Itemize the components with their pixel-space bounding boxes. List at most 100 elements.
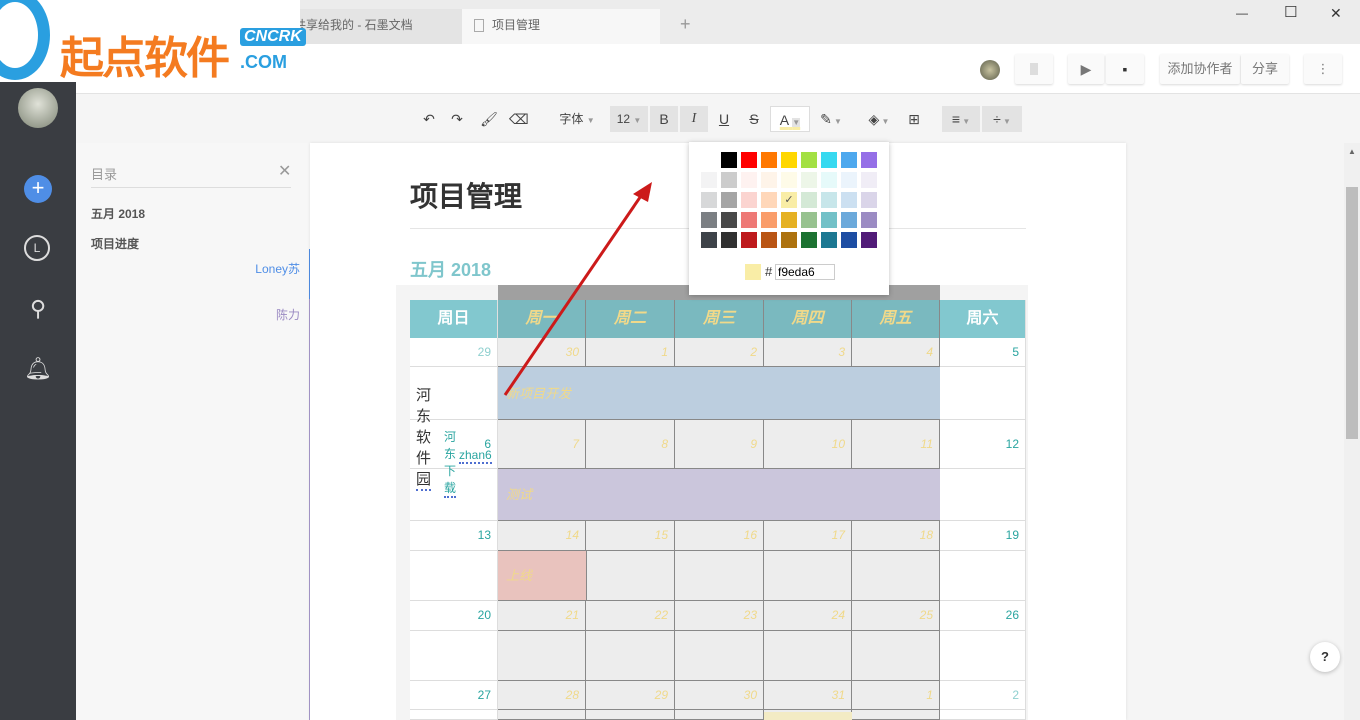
color-swatch[interactable] (841, 232, 857, 248)
date-cell[interactable]: 30 (675, 681, 764, 710)
color-swatch[interactable] (821, 172, 837, 188)
color-swatch[interactable] (721, 232, 737, 248)
event-cell[interactable] (586, 631, 675, 681)
color-swatch[interactable] (701, 152, 717, 168)
date-cell[interactable]: 9 (675, 420, 764, 469)
vertical-scrollbar[interactable]: ▲ (1344, 143, 1360, 720)
event-cell[interactable] (940, 551, 1026, 601)
close-toc-icon[interactable]: ✕ (278, 161, 291, 181)
text-color-button[interactable]: A ▼ (770, 106, 810, 132)
color-swatch[interactable] (721, 192, 737, 208)
event-bar[interactable]: 上线 (498, 551, 587, 601)
date-cell[interactable]: 24 (764, 601, 852, 631)
color-swatch[interactable] (741, 152, 757, 168)
date-cell[interactable]: 4 (852, 338, 940, 367)
color-swatch[interactable] (841, 152, 857, 168)
event-cell[interactable] (675, 631, 764, 681)
toc-item[interactable]: Loney苏 (255, 260, 300, 277)
date-cell[interactable]: 26 (940, 601, 1026, 631)
tab-project[interactable]: 项目管理 (462, 9, 660, 44)
event-link[interactable]: 河东下载 (444, 428, 457, 498)
color-swatch[interactable] (741, 232, 757, 248)
color-swatch[interactable] (821, 152, 837, 168)
highlight-button[interactable]: ✎ ▼ (814, 106, 848, 132)
toc-item[interactable]: 五月 2018 (91, 205, 145, 222)
new-document-icon[interactable]: + (24, 175, 52, 203)
minimize-button[interactable]: — (1236, 6, 1248, 20)
date-cell[interactable]: 1 (852, 681, 940, 710)
color-swatch[interactable] (741, 192, 757, 208)
color-swatch[interactable] (701, 192, 717, 208)
color-swatch[interactable] (861, 232, 877, 248)
recent-clock-icon[interactable]: L (24, 235, 50, 261)
maximize-button[interactable]: ☐ (1284, 3, 1297, 21)
date-cell[interactable]: 13 (410, 521, 498, 551)
color-swatch[interactable] (721, 152, 737, 168)
color-swatch[interactable] (821, 212, 837, 228)
color-swatch[interactable] (761, 192, 777, 208)
event-cell[interactable] (940, 631, 1026, 681)
format-painter-icon[interactable]: 🖌︎ (480, 106, 498, 132)
event-cell[interactable] (410, 631, 498, 681)
new-tab-button[interactable]: + (680, 14, 691, 35)
color-swatch[interactable] (841, 172, 857, 188)
color-swatch[interactable] (801, 192, 817, 208)
italic-button[interactable]: I (680, 106, 708, 132)
bell-icon[interactable]: 🔔︎ (24, 355, 52, 383)
color-swatch[interactable] (741, 172, 757, 188)
event-cell[interactable] (410, 551, 498, 601)
date-cell[interactable]: 8 (586, 420, 675, 469)
date-cell[interactable]: 10 (764, 420, 852, 469)
event-cell[interactable] (940, 367, 1026, 420)
color-swatch[interactable] (761, 152, 777, 168)
color-swatch[interactable] (781, 152, 797, 168)
color-swatch[interactable] (861, 212, 877, 228)
date-cell[interactable]: 23 (675, 601, 764, 631)
underline-button[interactable]: U (712, 106, 736, 132)
event-cell[interactable] (586, 710, 675, 720)
date-cell[interactable]: 11 (852, 420, 940, 469)
event-cell[interactable] (675, 710, 764, 720)
event-cell[interactable] (586, 551, 675, 601)
more-button[interactable]: ⋮ (1304, 54, 1342, 84)
date-cell[interactable]: 7 (498, 420, 586, 469)
date-cell[interactable]: 22 (586, 601, 675, 631)
scroll-up-icon[interactable]: ▲ (1348, 147, 1356, 156)
date-cell[interactable]: 3 (764, 338, 852, 367)
search-icon[interactable]: ⚲ (24, 295, 52, 323)
align-button[interactable]: ≡ ▼ (942, 106, 980, 132)
color-swatch-selected[interactable]: ✓ (781, 192, 797, 208)
event-bar[interactable] (764, 712, 852, 720)
date-cell[interactable]: 28 (498, 681, 586, 710)
date-cell[interactable]: 29 (410, 338, 498, 367)
date-cell[interactable]: 14 (498, 521, 586, 551)
font-size-select[interactable]: 12 ▼ (610, 106, 648, 132)
color-swatch[interactable] (801, 172, 817, 188)
help-icon[interactable]: ? (1310, 642, 1340, 672)
event-cell[interactable] (940, 710, 1026, 720)
strikethrough-button[interactable]: S (742, 106, 766, 132)
color-swatch[interactable] (701, 232, 717, 248)
present-button[interactable]: ▶ (1068, 54, 1104, 84)
color-swatch[interactable] (721, 172, 737, 188)
event-cell[interactable] (852, 631, 940, 681)
event-cell[interactable] (498, 710, 586, 720)
date-cell[interactable]: 20 (410, 601, 498, 631)
toc-item[interactable]: 陈力 (276, 306, 300, 323)
redo-icon[interactable]: ↷ (448, 106, 466, 132)
color-swatch[interactable] (841, 212, 857, 228)
close-button[interactable]: ✕ (1330, 5, 1342, 22)
event-link[interactable]: 河东软件园 (416, 384, 432, 491)
share-button[interactable]: 分享 (1241, 54, 1289, 84)
date-cell[interactable]: 29 (586, 681, 675, 710)
comment-button[interactable]: ▪ (1106, 54, 1144, 84)
bookmark-button[interactable] (1015, 54, 1053, 84)
fill-color-button[interactable]: ◈ ▼ (862, 106, 896, 132)
add-collaborator-button[interactable]: 添加协作者 (1160, 54, 1240, 84)
date-cell[interactable]: 19 (940, 521, 1026, 551)
event-cell[interactable] (764, 631, 852, 681)
event-link[interactable]: zhan6 (459, 448, 492, 464)
color-swatch[interactable] (861, 152, 877, 168)
color-swatch[interactable] (801, 212, 817, 228)
date-cell[interactable]: 12 (940, 420, 1026, 469)
